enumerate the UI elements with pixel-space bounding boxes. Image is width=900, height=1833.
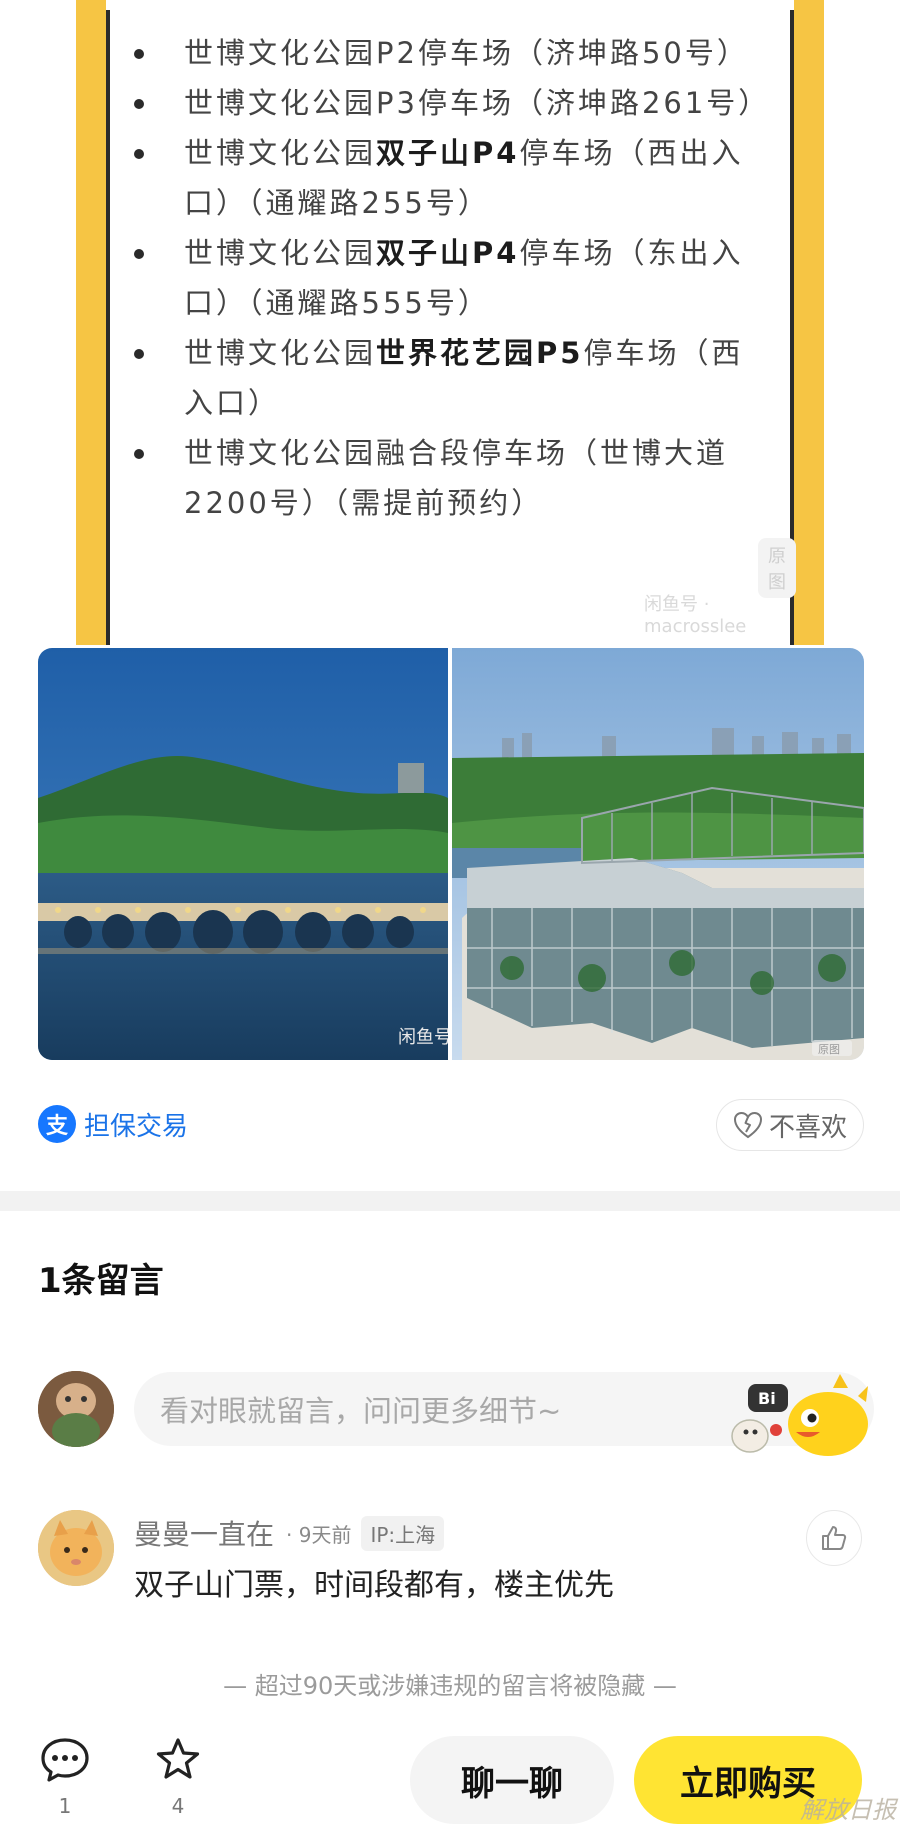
comment-tab[interactable]: 1 xyxy=(35,1736,95,1818)
commenter-avatar[interactable] xyxy=(38,1510,114,1586)
card-left-rule xyxy=(106,10,110,645)
dislike-button[interactable]: 不喜欢 xyxy=(716,1099,864,1151)
comments-title: 1条留言 xyxy=(38,1261,164,1301)
product-photos[interactable]: 闲鱼号 原图 xyxy=(38,648,864,1060)
commenter-name[interactable]: 曼曼一直在 xyxy=(134,1513,274,1553)
photo-bridge-hill[interactable]: 闲鱼号 xyxy=(38,648,448,1060)
parking-item: 世博文化公园双子山P4停车场（西出入口）（通耀路255号） xyxy=(134,128,766,228)
chat-button[interactable]: 聊一聊 xyxy=(410,1736,614,1824)
comment-time: · 9天前 xyxy=(286,1522,352,1547)
watermark-text: 闲鱼号 · macrosslee xyxy=(644,594,747,637)
mascot-badge: Bi xyxy=(758,1389,776,1408)
photo-greenhouse[interactable]: 原图 xyxy=(452,648,864,1060)
parking-item: 世博文化公园P3停车场（济坤路261号） xyxy=(134,78,767,128)
broken-heart-icon xyxy=(733,1111,762,1139)
alipay-icon: 支 xyxy=(38,1105,76,1143)
my-avatar xyxy=(38,1371,114,1447)
section-divider xyxy=(0,1191,900,1211)
favorite-count: 4 xyxy=(171,1794,185,1818)
greenhouse-image: 原图 xyxy=(452,648,864,1060)
like-button[interactable] xyxy=(806,1510,862,1566)
parking-list: 世博文化公园P2停车场（济坤路50号） 世博文化公园P3停车场（济坤路261号）… xyxy=(134,28,767,528)
guaranteed-trade[interactable]: 支 担保交易 xyxy=(38,1105,188,1143)
favorite-tab[interactable]: 4 xyxy=(148,1736,208,1818)
chat-bubble-icon xyxy=(41,1738,89,1782)
parking-item: 世博文化公园P2停车场（济坤路50号） xyxy=(134,28,766,78)
thumbs-up-icon xyxy=(822,1526,847,1550)
bridge-landscape-image: 闲鱼号 xyxy=(38,648,448,1060)
original-image-badge: 原图 xyxy=(758,538,796,598)
parking-item: 世博文化公园融合段停车场（世博大道2200号）（需提前预约） xyxy=(134,428,766,528)
comment-meta: 曼曼一直在 · 9天前 IP:上海 xyxy=(134,1513,445,1553)
dislike-label: 不喜欢 xyxy=(768,1112,847,1143)
comment-ip-badge: IP:上海 xyxy=(361,1515,445,1551)
photo-left-watermark: 闲鱼号 xyxy=(398,1027,448,1048)
parking-info-card: 世博文化公园P2停车场（济坤路50号） 世博文化公园P3停车场（济坤路261号）… xyxy=(76,0,824,645)
parking-item: 世博文化公园世界花艺园P5停车场（西入口） xyxy=(134,328,766,428)
comment-count: 1 xyxy=(58,1794,72,1818)
corner-watermark-logo: 解放日报 xyxy=(800,1796,896,1824)
mascot-sticker: Bi xyxy=(708,1366,878,1458)
parking-item: 世博文化公园双子山P4停车场（东出入口）（通耀路555号） xyxy=(134,228,766,328)
guaranteed-trade-label: 担保交易 xyxy=(84,1111,189,1142)
photo-right-watermark: 原图 xyxy=(818,1043,840,1056)
comment-text: 双子山门票，时间段都有，楼主优先 xyxy=(134,1568,614,1603)
hidden-comments-note: — 超过90天或涉嫌违规的留言将被隐藏 — xyxy=(223,1672,677,1700)
star-icon xyxy=(156,1738,200,1779)
